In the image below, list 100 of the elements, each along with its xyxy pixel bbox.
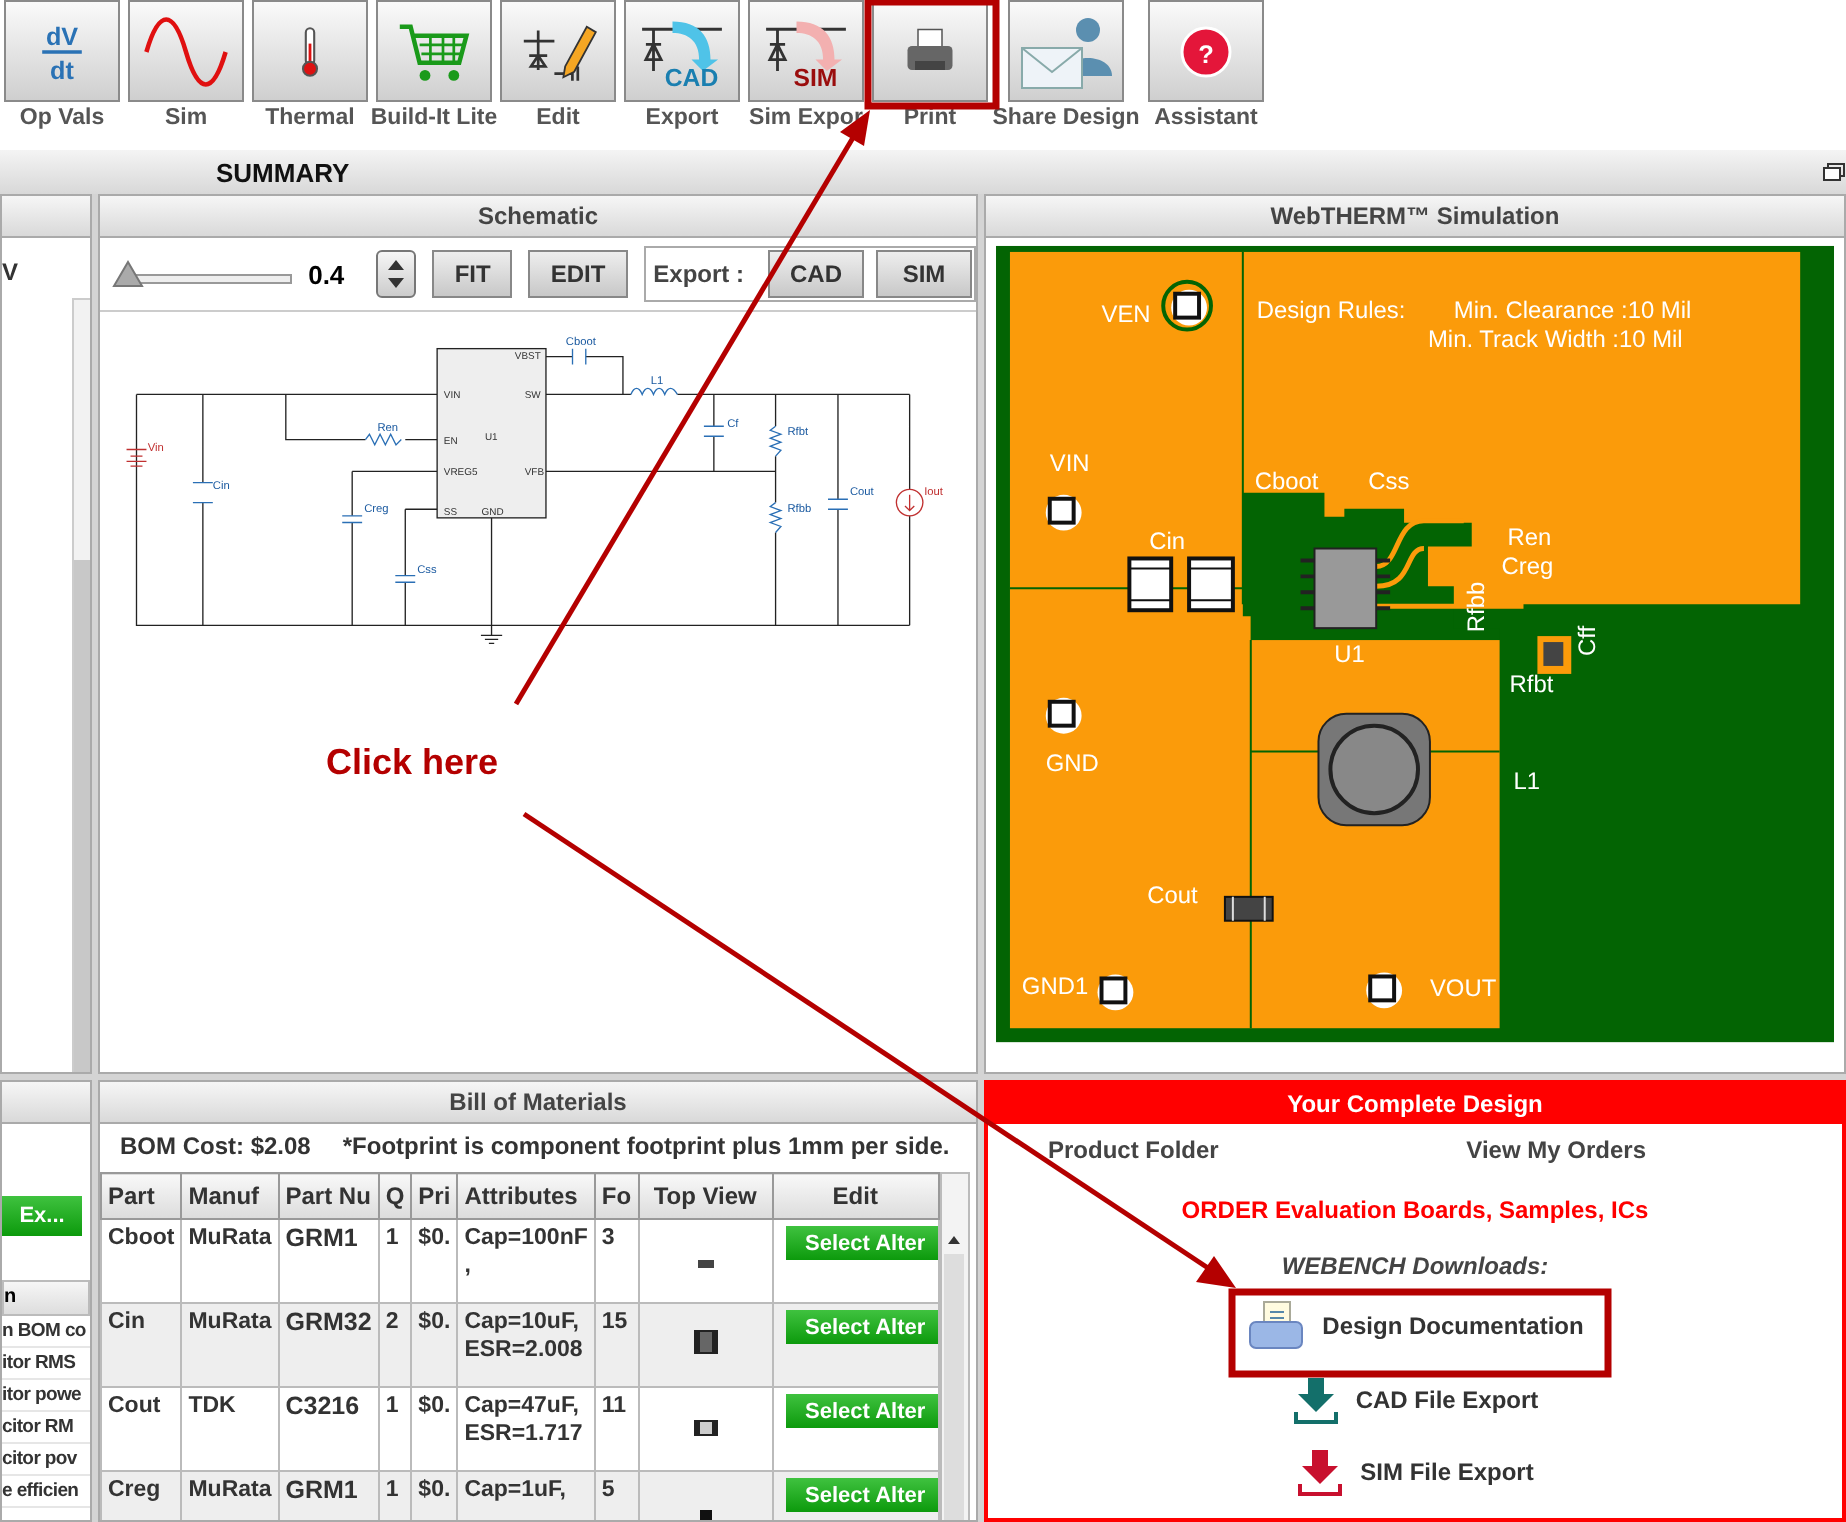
footprint-icon: [699, 1509, 712, 1519]
component-label: L1: [1513, 767, 1541, 796]
link[interactable]: View My Orders: [1466, 1136, 1646, 1164]
download-link[interactable]: Design Documentation: [1246, 1300, 1584, 1352]
toolbar-button[interactable]: FIT: [432, 250, 513, 298]
column-header: n: [2, 1280, 90, 1316]
toolbar-button[interactable]: [872, 0, 988, 102]
printer-icon: [1246, 1300, 1307, 1352]
design-rules-label: Design Rules:: [1256, 295, 1406, 324]
column-header[interactable]: Fo: [594, 1173, 639, 1219]
table-cell: 5: [594, 1471, 639, 1520]
column-header[interactable]: Part: [101, 1173, 182, 1219]
scrollbar[interactable]: [939, 1172, 970, 1520]
table-cell: MuRata: [181, 1471, 279, 1520]
component-label: Cff: [1573, 625, 1602, 656]
toolbar-label: Share Design: [992, 106, 1140, 130]
footprint-note: *Footprint is component footprint plus 1mm per side.: [342, 1132, 950, 1160]
component-label: U1: [1334, 639, 1365, 668]
summary-title: SUMMARY: [216, 157, 350, 187]
toolbar-label: Sim: [164, 106, 208, 130]
restore-icon[interactable]: [1822, 162, 1846, 182]
table-cell: $0.: [411, 1303, 458, 1387]
footprint-icon: [693, 1419, 718, 1435]
component-label: Rfbb: [1461, 581, 1490, 633]
component-label: VIN: [1049, 448, 1090, 477]
export-label: Export :: [653, 260, 744, 288]
table-cell: itor RMS: [2, 1348, 90, 1380]
table-cell: GRM1: [278, 1471, 379, 1520]
component-label: Cboot: [1254, 466, 1319, 495]
table-cell: $0.: [411, 1471, 458, 1520]
panel-title: Your Complete Design: [1287, 1090, 1543, 1118]
toolbar-button[interactable]: ?: [1148, 0, 1264, 102]
toolbar-label: Op Vals: [19, 106, 105, 130]
zoom-slider[interactable]: [112, 258, 293, 290]
table-cell: Cap=10uF, ESR=2.008: [457, 1303, 595, 1387]
toolbar-label: Sim Expor: [749, 106, 863, 130]
column-header[interactable]: Manuf: [181, 1173, 279, 1219]
footprint-icon: [693, 1329, 718, 1353]
value-text: V: [2, 258, 19, 286]
toolbar-button[interactable]: EDIT: [528, 250, 628, 298]
toolbar-label: Thermal: [265, 106, 355, 130]
download-link[interactable]: CAD File Export: [1291, 1376, 1539, 1424]
table-cell: itor powe: [2, 1380, 90, 1412]
scrollbar[interactable]: [72, 298, 90, 1072]
thermometer-icon: [296, 21, 324, 81]
table-cell: Cin: [101, 1303, 182, 1387]
toolbar-label: Print: [903, 106, 957, 130]
column-header[interactable]: Part Nu: [278, 1173, 379, 1219]
component-label: Css: [1368, 466, 1410, 495]
toolbar-label: Export: [645, 106, 719, 130]
table-cell: 1: [378, 1471, 412, 1520]
column-header[interactable]: Edit: [772, 1173, 939, 1219]
highlight-box: [864, 0, 1000, 110]
export-button[interactable]: SIM: [876, 250, 972, 298]
order-link[interactable]: ORDER Evaluation Boards, Samples, ICs: [988, 1196, 1842, 1224]
column-header[interactable]: Attributes: [457, 1173, 595, 1219]
panel-title: Schematic: [477, 202, 599, 230]
slider-thumb[interactable]: [112, 260, 144, 288]
table-cell: Creg: [101, 1471, 182, 1520]
component-label: Ren: [1507, 522, 1552, 551]
sine-wave-icon: [140, 15, 232, 87]
toolbar-button[interactable]: dV dt: [4, 0, 120, 102]
column-header[interactable]: Q: [378, 1173, 412, 1219]
toolbar-label: Edit: [536, 106, 580, 130]
table-cell: e efficien: [2, 1476, 90, 1508]
component-label: Cin: [1149, 526, 1186, 555]
link[interactable]: Product Folder: [1048, 1136, 1219, 1164]
footprint-icon: [697, 1259, 714, 1267]
download-link[interactable]: SIM File Export: [1296, 1448, 1534, 1496]
bom-cost: BOM Cost: $2.08: [120, 1132, 311, 1160]
toolbar-button[interactable]: [500, 0, 616, 102]
component-label: GND1: [1021, 972, 1089, 1001]
component-label: Cout: [1147, 880, 1198, 909]
toolbar-label: Assistant: [1154, 106, 1258, 130]
toolbar-label: Build-It Lite: [370, 106, 498, 130]
table-cell: Cap=1uF,: [457, 1471, 595, 1520]
component-label: Creg: [1501, 552, 1554, 581]
rule-text: Min. Track Width :10 Mil: [1427, 325, 1683, 354]
zoom-value: 0.4: [308, 259, 347, 289]
table-cell: 2: [378, 1303, 412, 1387]
table-cell: GRM32: [278, 1303, 379, 1387]
table-cell: citor pov: [2, 1444, 90, 1476]
rule-text: Min. Clearance :10 Mil: [1453, 295, 1692, 324]
download-icon: [1291, 1376, 1340, 1424]
column-header[interactable]: Top View: [638, 1173, 773, 1219]
component-label: GND: [1045, 749, 1099, 778]
toolbar-button[interactable]: SIM: [748, 0, 864, 102]
export-button[interactable]: CAD: [768, 250, 864, 298]
downloads-title: WEBENCH Downloads:: [1279, 1252, 1551, 1280]
table-cell: 15: [594, 1303, 639, 1387]
component-label: Rfbt: [1509, 669, 1554, 698]
download-icon: [1296, 1448, 1345, 1496]
table-cell: n BOM co: [2, 1316, 90, 1348]
panel-title: WebTHERM™ Simulation: [1270, 202, 1560, 230]
component-label: VOUT: [1429, 974, 1497, 1003]
table-cell: citor RM: [2, 1412, 90, 1444]
column-header[interactable]: Pri: [411, 1173, 458, 1219]
component-label: VEN: [1101, 299, 1151, 328]
annotation-text: Click here: [326, 742, 499, 784]
scroll-up-icon[interactable]: [946, 1234, 963, 1246]
